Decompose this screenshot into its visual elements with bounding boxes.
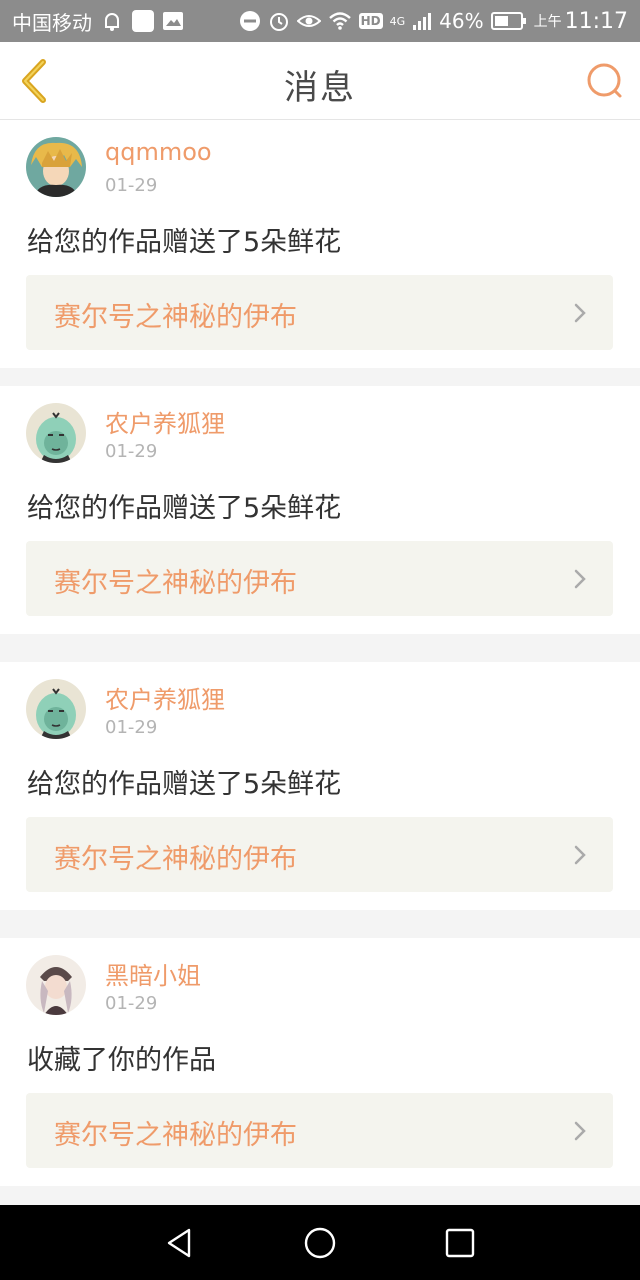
avatar[interactable] bbox=[26, 955, 86, 1015]
square-recents-icon bbox=[445, 1228, 475, 1257]
avatar[interactable] bbox=[26, 137, 86, 197]
message-date: 01-29 bbox=[105, 175, 158, 196]
message-card: qqmmoo 01-29 给您的作品赠送了5朵鲜花 赛尔号之神秘的伊布 bbox=[0, 120, 640, 368]
username[interactable]: 农户养狐狸 bbox=[105, 680, 225, 715]
message-text: 收藏了你的作品 bbox=[27, 1045, 216, 1076]
search-icon bbox=[587, 63, 622, 98]
battery-icon bbox=[490, 11, 527, 31]
network-type: 4G bbox=[389, 14, 406, 28]
message-text: 给您的作品赠送了5朵鲜花 bbox=[27, 493, 342, 524]
work-title: 赛尔号之神秘的伊布 bbox=[54, 1120, 297, 1151]
triangle-back-icon bbox=[167, 1228, 191, 1257]
chevron-right-icon bbox=[574, 1121, 586, 1141]
signal-icon bbox=[412, 11, 432, 31]
circle-home-icon bbox=[304, 1227, 336, 1258]
nav-recents-button[interactable] bbox=[430, 1213, 490, 1273]
hd-badge: HD bbox=[358, 13, 383, 29]
chevron-right-icon bbox=[574, 569, 586, 589]
work-link[interactable]: 赛尔号之神秘的伊布 bbox=[26, 817, 613, 892]
app-notification-icon bbox=[132, 10, 154, 32]
message-list[interactable]: qqmmoo 01-29 给您的作品赠送了5朵鲜花 赛尔号之神秘的伊布 农户养狐… bbox=[0, 120, 640, 1205]
eye-icon bbox=[296, 10, 321, 32]
system-nav-bar bbox=[0, 1205, 640, 1280]
username[interactable]: 黑暗小姐 bbox=[105, 956, 201, 991]
avatar[interactable] bbox=[26, 679, 86, 739]
alarm-icon bbox=[268, 10, 290, 32]
work-title: 赛尔号之神秘的伊布 bbox=[54, 302, 297, 333]
message-date: 01-29 bbox=[105, 717, 158, 738]
carrier-label: 中国移动 bbox=[12, 10, 92, 35]
search-button[interactable] bbox=[582, 58, 628, 104]
avatar[interactable] bbox=[26, 403, 86, 463]
nav-back-button[interactable] bbox=[150, 1213, 210, 1273]
message-date: 01-29 bbox=[105, 441, 158, 462]
work-link[interactable]: 赛尔号之神秘的伊布 bbox=[26, 275, 613, 350]
chevron-right-icon bbox=[574, 845, 586, 865]
image-notification-icon bbox=[162, 10, 184, 32]
do-not-disturb-icon bbox=[239, 10, 261, 32]
message-card: 农户养狐狸 01-29 给您的作品赠送了5朵鲜花 赛尔号之神秘的伊布 bbox=[0, 662, 640, 910]
page-title: 消息 bbox=[284, 68, 356, 108]
message-card: 农户养狐狸 01-29 给您的作品赠送了5朵鲜花 赛尔号之神秘的伊布 bbox=[0, 386, 640, 634]
message-text: 给您的作品赠送了5朵鲜花 bbox=[27, 769, 342, 800]
wifi-icon bbox=[328, 11, 352, 31]
work-title: 赛尔号之神秘的伊布 bbox=[54, 844, 297, 875]
work-title: 赛尔号之神秘的伊布 bbox=[54, 568, 297, 599]
message-date: 01-29 bbox=[105, 993, 158, 1014]
battery-percent: 46% bbox=[439, 9, 484, 33]
clock: 11:17 bbox=[564, 8, 628, 34]
username[interactable]: 农户养狐狸 bbox=[105, 404, 225, 439]
work-link[interactable]: 赛尔号之神秘的伊布 bbox=[26, 541, 613, 616]
notification-bell-icon bbox=[100, 9, 124, 33]
ampm-label: 上午 bbox=[533, 14, 562, 30]
status-bar: 中国移动 HD 4G 46% 上午 11:17 bbox=[0, 0, 640, 42]
message-text: 给您的作品赠送了5朵鲜花 bbox=[27, 227, 342, 258]
work-link[interactable]: 赛尔号之神秘的伊布 bbox=[26, 1093, 613, 1168]
app-header: 消息 bbox=[0, 42, 640, 120]
message-card: 黑暗小姐 01-29 收藏了你的作品 赛尔号之神秘的伊布 bbox=[0, 938, 640, 1186]
nav-home-button[interactable] bbox=[290, 1213, 350, 1273]
chevron-right-icon bbox=[574, 303, 586, 323]
username[interactable]: qqmmoo bbox=[105, 138, 212, 166]
